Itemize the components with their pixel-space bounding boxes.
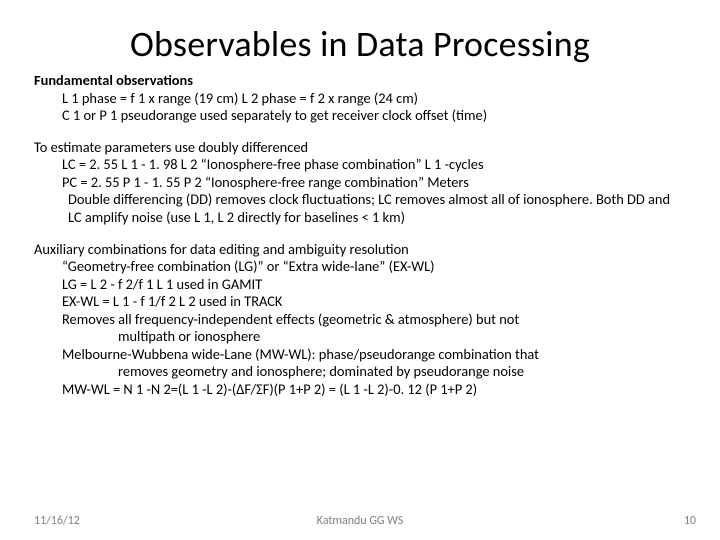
aux-line-5: Melbourne-Wubbena wide-Lane (MW-WL): pha… xyxy=(34,346,686,381)
slide: Observables in Data Processing Fundament… xyxy=(0,0,720,540)
aux-heading: Auxiliary combinations for data editing … xyxy=(34,241,686,259)
aux-line-1: “Geometry-free combination (LG)” or “Ext… xyxy=(34,258,686,276)
section-fundamental: Fundamental observations L 1 phase = f 1… xyxy=(34,72,686,125)
estimate-line-2: PC = 2. 55 P 1 - 1. 55 P 2 “Ionosphere-f… xyxy=(34,174,686,192)
slide-title: Observables in Data Processing xyxy=(0,0,720,72)
fundamental-heading: Fundamental observations xyxy=(34,72,686,90)
estimate-heading: To estimate parameters use doubly differ… xyxy=(34,139,686,157)
section-estimate: To estimate parameters use doubly differ… xyxy=(34,139,686,227)
slide-body: Fundamental observations L 1 phase = f 1… xyxy=(0,72,720,399)
aux-line-2: LG = L 2 - f 2/f 1 L 1 used in GAMIT xyxy=(34,276,686,294)
footer-center: Katmandu GG WS xyxy=(0,514,720,528)
aux-line-4-text: Removes all frequency-independent effect… xyxy=(62,310,519,328)
estimate-line-3: Double differencing (DD) removes clock f… xyxy=(34,191,686,226)
fundamental-line-2: C 1 or P 1 pseudorange used separately t… xyxy=(34,107,686,125)
aux-line-6: MW-WL = N 1 -N 2=(L 1 -L 2)-(ΔF/ΣF)(P 1+… xyxy=(34,381,686,399)
aux-line-4: Removes all frequency-independent effect… xyxy=(34,311,686,346)
fundamental-line-1: L 1 phase = f 1 x range (19 cm) L 2 phas… xyxy=(34,90,686,108)
aux-line-4-cont: multipath or ionosphere xyxy=(62,328,686,346)
aux-line-3: EX-WL = L 1 - f 1/f 2 L 2 used in TRACK xyxy=(34,293,686,311)
footer-page-number: 10 xyxy=(684,514,696,528)
section-auxiliary: Auxiliary combinations for data editing … xyxy=(34,241,686,399)
aux-line-5-cont: removes geometry and ionosphere; dominat… xyxy=(62,363,686,381)
estimate-line-1: LC = 2. 55 L 1 - 1. 98 L 2 “Ionosphere-f… xyxy=(34,156,686,174)
aux-line-5-text: Melbourne-Wubbena wide-Lane (MW-WL): pha… xyxy=(62,345,539,363)
